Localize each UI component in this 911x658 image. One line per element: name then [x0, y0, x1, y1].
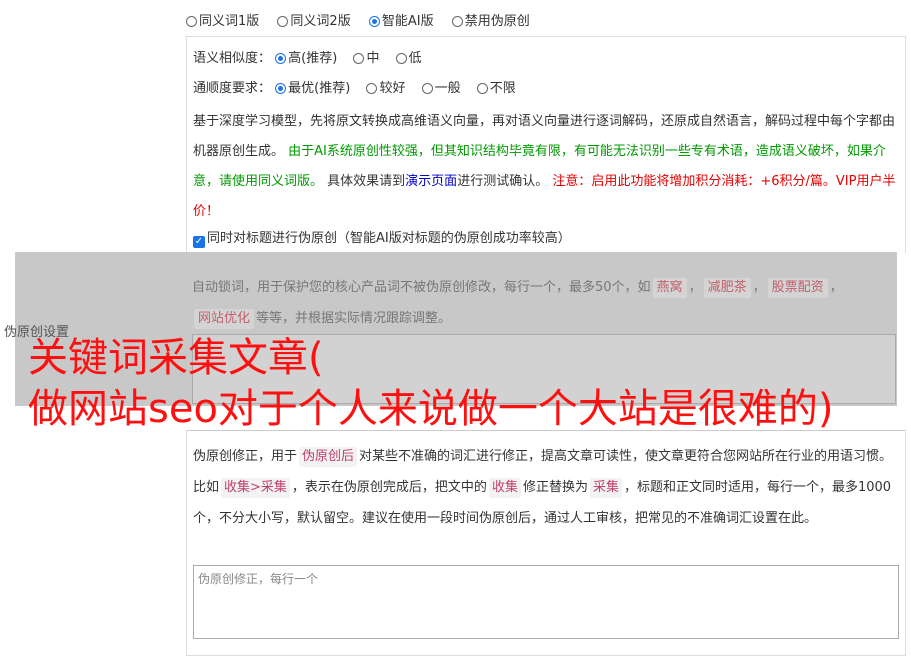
similarity-label: 语义相似度： — [193, 51, 272, 66]
overlay-title: 关键词采集文章( 做网站seo对于个人来说做一个大站是很难的) — [28, 333, 834, 435]
fluency-row: 通顺度要求： 最优(推荐) 较好 一般 不限 — [193, 77, 528, 96]
fluency-option-normal[interactable]: 一般 — [421, 81, 461, 96]
checkbox-checked-icon[interactable]: ✓ — [193, 236, 205, 248]
radio-icon[interactable] — [353, 53, 365, 64]
title-checkbox-row[interactable]: ✓ 同时对标题进行伪原创（智能AI版对标题的伪原创成功率较高） — [193, 227, 571, 248]
example-tag: 股票配资 — [767, 278, 828, 298]
fluency-option-good[interactable]: 较好 — [366, 81, 405, 96]
version-option-synonym1[interactable]: 同义词1版 — [186, 14, 259, 29]
similarity-option-high[interactable]: 高(推荐) — [275, 51, 337, 66]
radio-selected-icon[interactable] — [275, 83, 287, 94]
correction-panel: 伪原创修正，用于 伪原创后 对某些不准确的词汇进行修正，提高文章可读性，使文章更符合… — [186, 430, 906, 656]
radio-icon[interactable] — [366, 83, 378, 94]
version-option-ai[interactable]: 智能AI版 — [368, 14, 434, 29]
lock-words-description: 自动锁词，用于保护您的核心产品词不被伪原创修改，每行一个，最多50个，如 燕窝，减… — [192, 272, 896, 334]
radio-selected-icon[interactable] — [368, 16, 380, 27]
example-tag: 收集 — [488, 478, 521, 498]
example-tag: 采集 — [589, 478, 622, 498]
fluency-option-best[interactable]: 最优(推荐) — [275, 81, 350, 96]
version-option-disable[interactable]: 禁用伪原创 — [451, 14, 530, 29]
correction-placeholder: 伪原创修正，每行一个 — [198, 572, 319, 586]
overlay-title-line1: 关键词采集文章( — [28, 335, 324, 381]
example-tag: 收集>采集 — [221, 478, 290, 498]
overlay-title-line2: 做网站seo对于个人来说做一个大站是很难的) — [28, 386, 834, 432]
title-checkbox-label: 同时对标题进行伪原创（智能AI版对标题的伪原创成功率较高） — [207, 231, 571, 246]
correction-description: 伪原创修正，用于 伪原创后 对某些不准确的词汇进行修正，提高文章可读性，使文章更符合… — [193, 447, 893, 526]
fluency-option-unlimited[interactable]: 不限 — [476, 81, 516, 96]
radio-icon[interactable] — [277, 16, 289, 27]
ai-description: 基于深度学习模型，先将原文转换成高维语义向量，再对语义向量进行逐词解码，还原成自… — [193, 114, 896, 219]
similarity-option-medium[interactable]: 中 — [353, 51, 379, 66]
example-tag: 燕窝 — [652, 278, 687, 298]
version-options: 同义词1版 同义词2版 智能AI版 禁用伪原创 — [186, 10, 544, 29]
radio-icon[interactable] — [451, 16, 463, 27]
version-option-synonym2[interactable]: 同义词2版 — [277, 14, 351, 29]
radio-icon[interactable] — [395, 53, 407, 64]
radio-icon[interactable] — [186, 16, 197, 27]
example-tag: 伪原创后 — [299, 447, 358, 467]
radio-icon[interactable] — [421, 83, 433, 94]
demo-page-link[interactable]: 演示页面 — [405, 174, 457, 189]
similarity-option-low[interactable]: 低 — [395, 51, 422, 66]
example-tag: 减肥茶 — [703, 278, 751, 298]
example-tag: 网站优化 — [194, 309, 255, 329]
ai-settings-panel: 语义相似度： 高(推荐) 中 低 通顺度要求： 最优(推荐) 较好 一般 不限 … — [186, 36, 906, 253]
correction-textarea[interactable]: 伪原创修正，每行一个 — [193, 565, 899, 639]
radio-selected-icon[interactable] — [275, 53, 287, 64]
similarity-row: 语义相似度： 高(推荐) 中 低 — [193, 47, 434, 66]
radio-icon[interactable] — [476, 83, 488, 94]
fluency-label: 通顺度要求： — [193, 81, 272, 96]
